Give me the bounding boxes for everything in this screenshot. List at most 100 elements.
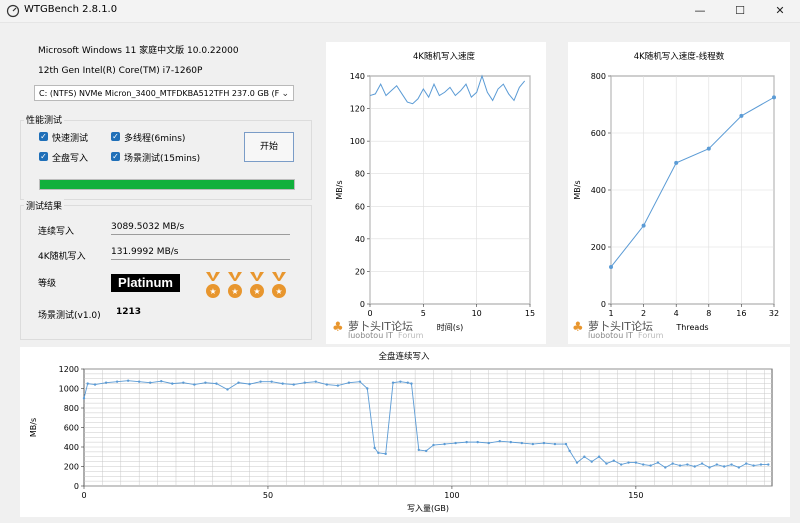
data-point xyxy=(281,382,284,385)
data-point xyxy=(93,383,97,386)
x-tick-label: 4 xyxy=(674,309,679,318)
data-point xyxy=(706,146,711,151)
data-point xyxy=(215,382,218,385)
maximize-button[interactable]: ☐ xyxy=(720,0,760,22)
y-tick-label: 1000 xyxy=(59,385,79,394)
data-point xyxy=(384,452,387,456)
data-point xyxy=(752,464,755,467)
close-button[interactable]: ✕ xyxy=(760,0,800,22)
y-tick-label: 1200 xyxy=(59,365,79,374)
data-point xyxy=(700,462,704,465)
data-point xyxy=(314,380,317,383)
threads-chart: 4K随机写入速度-线程数 MB/s Threads 0 200 400 600 800 1 2 4 8… xyxy=(573,51,779,332)
medal-icon: ★ xyxy=(250,272,264,298)
x-tick-label: 5 xyxy=(421,309,426,318)
data-point xyxy=(612,459,615,462)
data-point xyxy=(564,442,568,446)
data-point xyxy=(160,379,163,383)
data-point xyxy=(465,440,468,444)
data-point xyxy=(476,440,479,444)
rand4k-chart: 4K随机写入速度 MB/s 时间(s) 0 20 40 60 80 100 120 140 0 5 10 1… xyxy=(335,51,535,332)
chart-title: 4K随机写入速度 xyxy=(413,51,475,62)
watermark-sub-a: luobotou IT xyxy=(348,331,394,340)
watermark-sub-b: Forum xyxy=(398,331,424,340)
x-tick-label: 1 xyxy=(608,309,613,318)
x-tick-label: 15 xyxy=(525,309,535,318)
threads-chart-panel: 4K随机写入速度-线程数 MB/s Threads 0 200 400 600 800 1 2 4 8… xyxy=(568,42,790,344)
full-write-chart: 全盘连续写入 MB/s 写入量(GB) 0 200 400 600 800 1000 1200 0 5… xyxy=(29,351,773,513)
x-tick-label: 150 xyxy=(628,491,643,500)
data-point xyxy=(656,461,660,464)
y-tick-label: 80 xyxy=(355,170,365,179)
full-write-chart-panel: 全盘连续写入 MB/s 写入量(GB) 0 200 400 600 800 1000 1200 0 5… xyxy=(20,347,790,517)
plot-frame xyxy=(369,75,531,305)
rand4k-chart-panel: 4K随机写入速度 MB/s 时间(s) 0 20 40 60 80 100 120 140 0 5 10 1… xyxy=(326,42,546,344)
app-gauge-icon xyxy=(6,4,20,18)
data-point xyxy=(542,441,546,445)
data-point xyxy=(137,380,141,383)
data-point xyxy=(358,380,362,383)
data-point xyxy=(454,441,457,445)
data-point xyxy=(686,463,689,466)
data-point xyxy=(182,381,185,384)
data-point xyxy=(605,462,608,465)
data-point xyxy=(410,382,413,385)
seq-write-label: 连续写入 xyxy=(38,227,75,237)
data-point xyxy=(737,466,741,469)
carrot-icon: ♣ xyxy=(572,320,584,335)
minimize-button[interactable]: — xyxy=(680,0,720,22)
data-point xyxy=(259,380,262,383)
data-point xyxy=(609,264,613,269)
medal-ribbon xyxy=(256,272,264,281)
y-tick-label: 200 xyxy=(64,463,79,472)
data-point xyxy=(678,464,682,467)
y-tick-label: 100 xyxy=(350,137,365,146)
chevron-down-icon: ⌄ xyxy=(281,89,289,99)
x-tick-label: 2 xyxy=(641,309,646,318)
data-point xyxy=(432,443,435,447)
os-info: Microsoft Windows 11 家庭中文版 10.0.22000 xyxy=(38,46,239,56)
y-tick-label: 120 xyxy=(350,105,365,114)
grade-badge: Platinum xyxy=(111,274,180,292)
data-point xyxy=(568,449,571,453)
data-point xyxy=(664,466,667,469)
data-point xyxy=(443,442,446,446)
x-axis-label: 时间(s) xyxy=(437,322,463,332)
progress-bar xyxy=(39,179,295,190)
y-tick-label: 0 xyxy=(360,300,365,309)
y-tick-label: 400 xyxy=(591,186,606,195)
drive-select[interactable]: C: (NTFS) NVMe Micron_3400_MTFDKBA512TFH… xyxy=(34,85,294,101)
data-point xyxy=(373,446,376,450)
data-point xyxy=(270,380,273,383)
data-point xyxy=(674,160,679,165)
x-tick-label: 0 xyxy=(81,491,86,500)
data-point xyxy=(237,381,240,384)
data-point xyxy=(498,439,501,443)
medal-icon: ★ xyxy=(228,272,242,298)
medal-icon: ★ xyxy=(206,272,220,298)
data-point xyxy=(325,383,329,386)
data-point xyxy=(553,442,557,446)
y-axis-label: MB/s xyxy=(335,180,344,199)
data-point xyxy=(171,382,174,385)
data-point xyxy=(739,113,744,118)
series-line xyxy=(83,380,769,468)
data-point xyxy=(248,382,251,386)
medal-ribbon xyxy=(278,272,286,281)
title-bar: WTGBench 2.8.1.0 — ☐ ✕ xyxy=(0,0,800,23)
data-point xyxy=(772,95,776,100)
data-point xyxy=(204,381,207,384)
watermark-sub-b: Forum xyxy=(638,331,664,340)
rand4k-field: 131.9992 MB/s xyxy=(111,247,290,260)
data-point xyxy=(759,463,763,466)
y-axis-label: MB/s xyxy=(29,418,38,437)
cpu-info: 12th Gen Intel(R) Core(TM) i7-1260P xyxy=(38,66,203,76)
option-label: 全盘写入 xyxy=(52,154,89,164)
start-button[interactable]: 开始 xyxy=(244,132,294,162)
data-point xyxy=(303,381,306,384)
chart-title: 全盘连续写入 xyxy=(378,351,430,362)
series-line xyxy=(369,74,526,105)
data-point xyxy=(149,381,152,384)
data-point xyxy=(531,442,535,446)
grade-label: 等级 xyxy=(38,279,57,289)
